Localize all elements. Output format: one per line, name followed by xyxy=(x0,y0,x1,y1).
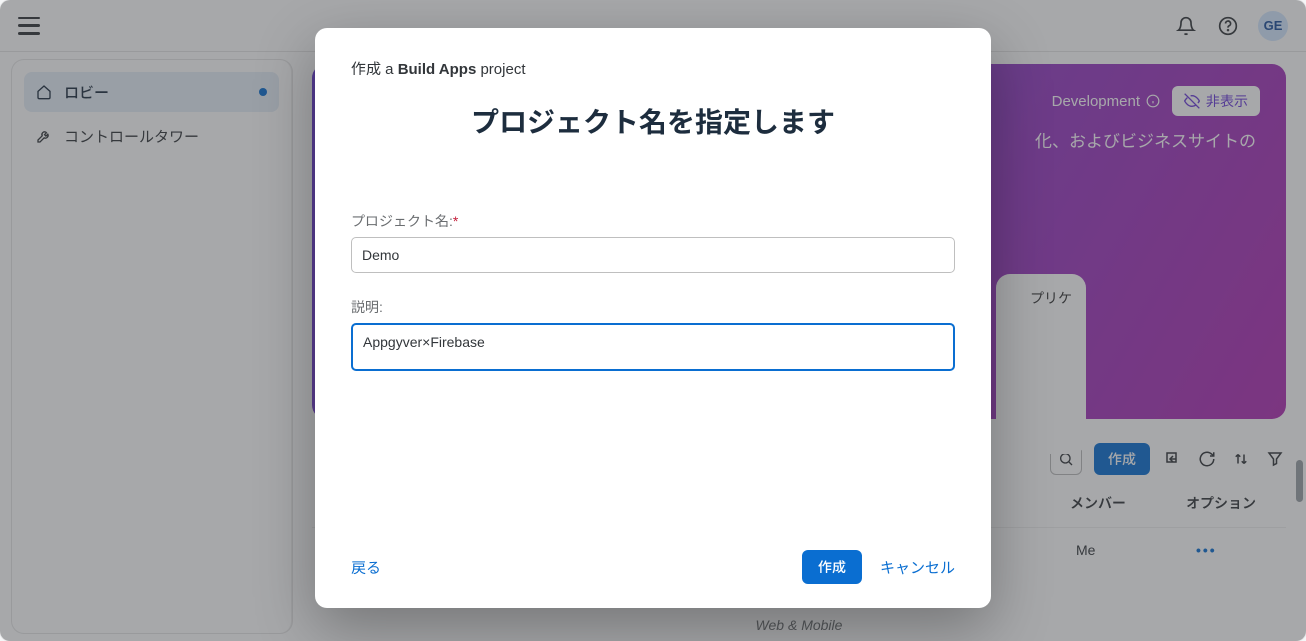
modal-create-button[interactable]: 作成 xyxy=(802,550,862,584)
app-window: GE ロビー コントロールタワー Developmen xyxy=(0,0,1306,641)
modal-pretitle: 作成 a Build Apps project xyxy=(351,58,955,79)
project-name-input[interactable] xyxy=(351,237,955,273)
create-project-modal: 作成 a Build Apps project プロジェクト名を指定します プロ… xyxy=(315,28,991,608)
description-input[interactable]: Appgyver×Firebase xyxy=(351,323,955,371)
description-label: 説明: xyxy=(351,297,955,317)
cancel-button[interactable]: キャンセル xyxy=(880,557,955,578)
modal-overlay[interactable]: 作成 a Build Apps project プロジェクト名を指定します プロ… xyxy=(0,0,1306,641)
modal-title: プロジェクト名を指定します xyxy=(351,101,955,141)
project-name-label: プロジェクト名:* xyxy=(351,211,955,231)
modal-footer: 戻る 作成 キャンセル xyxy=(351,526,955,584)
back-button[interactable]: 戻る xyxy=(351,557,381,578)
